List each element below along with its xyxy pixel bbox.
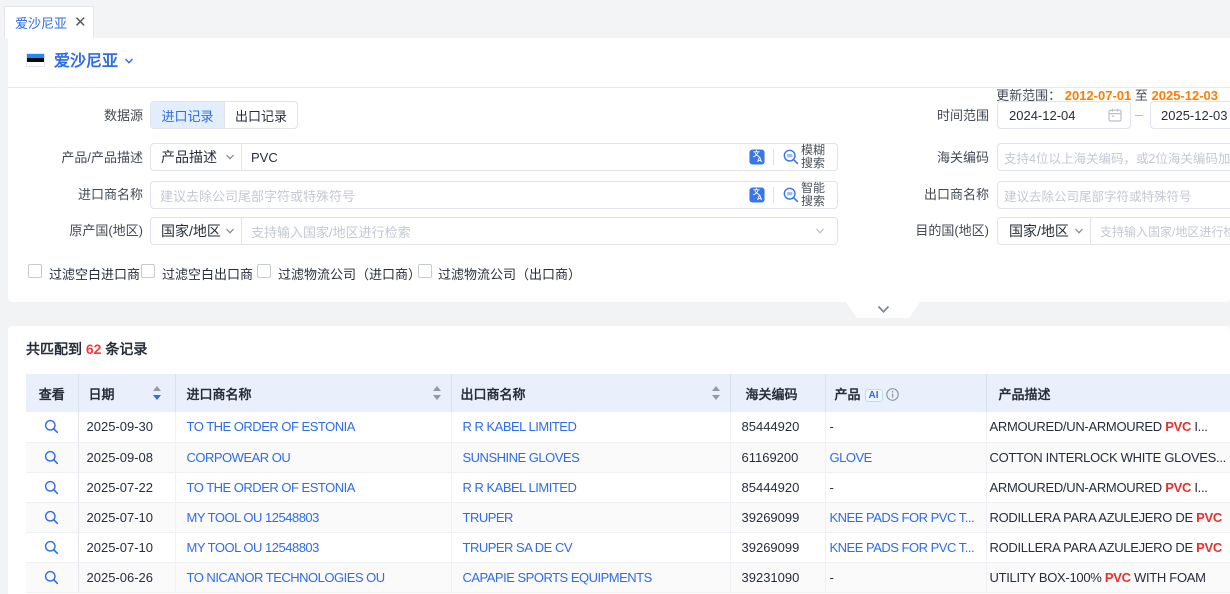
svg-text:A: A xyxy=(757,156,762,164)
svg-text:A: A xyxy=(757,194,762,202)
